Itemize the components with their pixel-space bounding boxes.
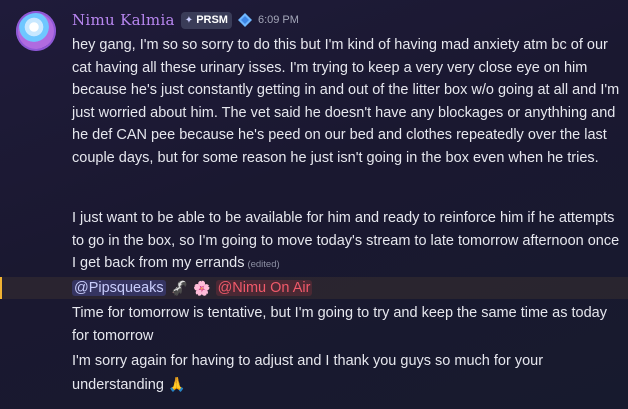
message-followup-2-text: I'm sorry again for having to adjust and… — [72, 353, 544, 393]
guild-tag-label: PRSM — [196, 14, 228, 26]
praying-hands-emoji-icon: 🙏 — [167, 375, 186, 392]
avatar[interactable] — [16, 11, 56, 51]
username[interactable]: Nimu Kalmia — [72, 11, 175, 29]
mention-message: @Pipsqueaks 🦨 🌸 @Nimu On Air — [0, 277, 628, 299]
prism-icon: ✦ — [184, 14, 194, 26]
cherry-blossom-emoji-icon: 🌸 — [193, 279, 211, 296]
message-followup-1: Time for tomorrow is tentative, but I'm … — [72, 305, 607, 344]
skunk-emoji-icon: 🦨 — [170, 279, 189, 296]
edited-label: (edited) — [247, 259, 280, 270]
message-paragraph-1: hey gang, I'm so so sorry to do this but… — [72, 37, 620, 166]
guild-tag[interactable]: ✦ PRSM — [180, 11, 232, 29]
timestamp: 6:09 PM — [257, 14, 299, 26]
message-paragraph-2-text: I just want to be able to be available f… — [72, 210, 620, 271]
message-followup-2: I'm sorry again for having to adjust and… — [72, 350, 620, 396]
user-mention[interactable]: @Pipsqueaks — [72, 280, 166, 296]
message-paragraph-2: I just want to be able to be available f… — [72, 207, 620, 277]
message-header: Nimu Kalmia ✦ PRSM 6:09 PM — [72, 10, 299, 30]
diamond-badge-icon[interactable] — [237, 13, 252, 27]
role-mention[interactable]: @Nimu On Air — [215, 280, 313, 296]
